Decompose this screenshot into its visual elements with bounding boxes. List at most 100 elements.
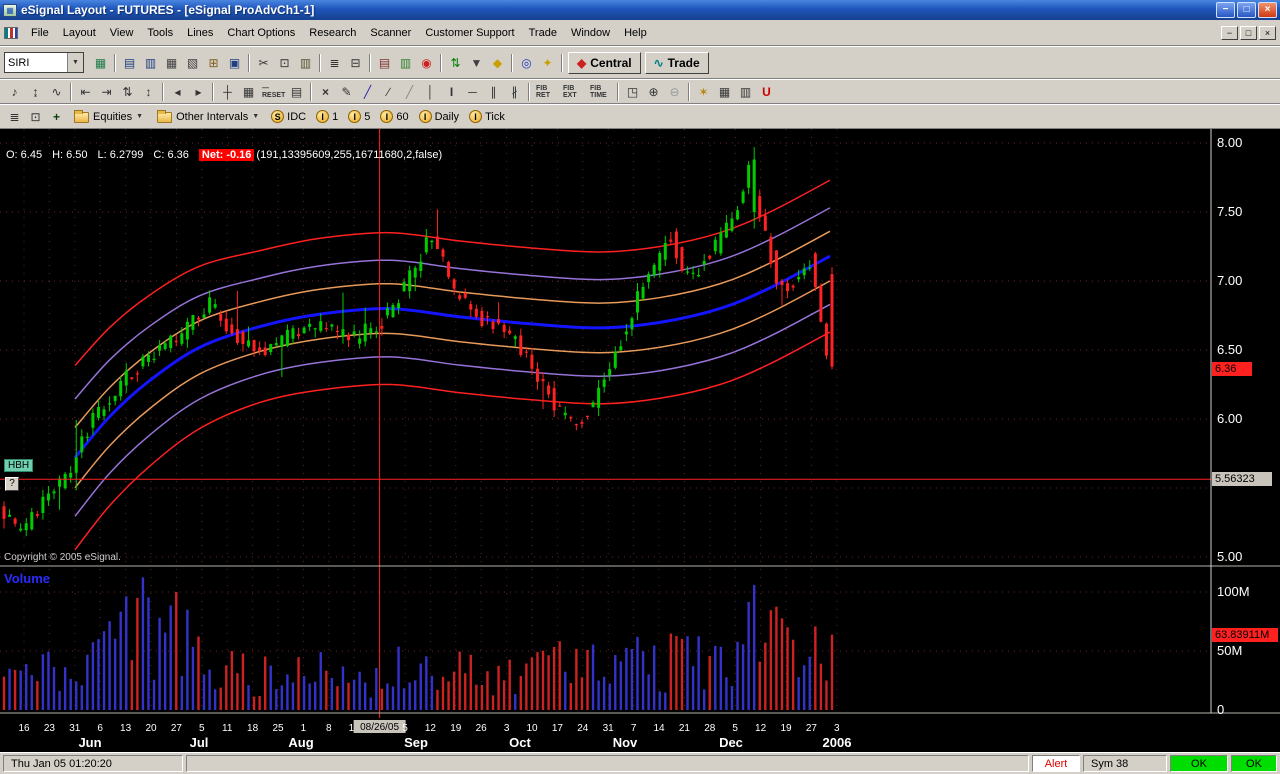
cut-button[interactable]: ✂	[253, 53, 274, 73]
zoom-in-button[interactable]: ⊕	[643, 82, 664, 102]
news-button[interactable]: ▥	[395, 53, 416, 73]
copy-button[interactable]: ⊡	[274, 53, 295, 73]
add-page-button[interactable]: +	[46, 107, 67, 127]
save-layout-button[interactable]: ▣	[224, 53, 245, 73]
print-page-button[interactable]: ≣	[4, 107, 25, 127]
regression-line-tool-button[interactable]: ∦	[504, 82, 525, 102]
reset-chart-button[interactable]: —RESET	[259, 82, 286, 102]
menu-item-trade[interactable]: Trade	[522, 23, 564, 43]
notes-button[interactable]: ▥	[735, 82, 756, 102]
fib-extension-button[interactable]: FIBEXT	[560, 82, 587, 102]
trendline-tool-button[interactable]: ╱	[357, 82, 378, 102]
link-windows-button[interactable]: ◳	[622, 82, 643, 102]
interval-60-button[interactable]: I60	[380, 110, 408, 123]
svg-text:5: 5	[199, 723, 205, 734]
grid-toggle-button[interactable]: ▦	[238, 82, 259, 102]
central-button[interactable]: ◆Central	[568, 52, 641, 74]
menu-item-tools[interactable]: Tools	[140, 23, 180, 43]
price-chart-canvas[interactable]: 8.007.507.006.506.005.00100M50M016233161…	[0, 129, 1280, 752]
parallel-line-tool-button[interactable]: ∥	[483, 82, 504, 102]
svg-text:5: 5	[732, 723, 738, 734]
security-key-icon: ✶	[698, 86, 708, 98]
compress-bars-button[interactable]: ⇅	[117, 82, 138, 102]
trade-button[interactable]: ∿Trade	[645, 52, 709, 74]
print-preview-button[interactable]: ⊟	[345, 53, 366, 73]
interval-1-button[interactable]: I1	[316, 110, 338, 123]
minimize-button[interactable]: −	[1216, 2, 1235, 18]
open-layout-button[interactable]: ⊞	[203, 53, 224, 73]
extended-line-tool-button[interactable]: ∕	[378, 82, 399, 102]
chart-region[interactable]: 8.007.507.006.506.005.00100M50M016233161…	[0, 129, 1280, 752]
menu-item-help[interactable]: Help	[617, 23, 654, 43]
menu-item-view[interactable]: View	[103, 23, 141, 43]
other-intervals-dropdown[interactable]: Other Intervals▼	[157, 110, 259, 123]
ray-line-tool-button[interactable]: ╱	[399, 82, 420, 102]
tile-pages-button[interactable]: ▦	[714, 82, 735, 102]
menu-item-chart-options[interactable]: Chart Options	[220, 23, 302, 43]
status-ok-indicator-2: OK	[1231, 755, 1277, 772]
interval-tick-button[interactable]: ITick	[469, 110, 505, 123]
notify-bell-button[interactable]: ◆	[487, 53, 508, 73]
status-alert-button[interactable]: Alert	[1032, 755, 1080, 772]
help-button[interactable]: ?	[5, 477, 19, 491]
security-key-button[interactable]: ✶	[693, 82, 714, 102]
apply-symbol-button[interactable]: ▦	[90, 53, 111, 73]
page-back-button[interactable]: ◂	[167, 82, 188, 102]
menu-item-window[interactable]: Window	[564, 23, 617, 43]
fib-retracement-button[interactable]: FIBRET	[533, 82, 560, 102]
new-quote-button[interactable]: ▥	[140, 53, 161, 73]
new-optionchain-button[interactable]: ▦	[161, 53, 182, 73]
maximize-button[interactable]: □	[1237, 2, 1256, 18]
alert-list-button[interactable]: ◉	[416, 53, 437, 73]
audible-alert-button[interactable]: ♪	[4, 82, 25, 102]
expand-bars-button[interactable]: ↕	[138, 82, 159, 102]
mdi-restore-button[interactable]: □	[1240, 26, 1257, 40]
close-button[interactable]: ×	[1258, 2, 1277, 18]
copy-page-button[interactable]: ⊡	[25, 107, 46, 127]
pencil-tool-button[interactable]: ✎	[336, 82, 357, 102]
fib-time-button[interactable]: FIBTIME	[587, 82, 614, 102]
cursor-tool-button[interactable]: ↨	[25, 82, 46, 102]
menu-item-file[interactable]: File	[24, 23, 56, 43]
menu-item-research[interactable]: Research	[302, 23, 363, 43]
alert-list-icon: ◉	[421, 57, 431, 69]
symbol-search-button[interactable]: ◎	[516, 53, 537, 73]
source-idc-button[interactable]: SIDC	[271, 110, 306, 123]
symbol-input[interactable]	[5, 53, 67, 72]
bar-spacing-dec-button[interactable]: ⇤	[75, 82, 96, 102]
print-page-icon: ≣	[9, 111, 19, 123]
page-forward-button[interactable]: ▸	[188, 82, 209, 102]
u-button[interactable]: U	[756, 82, 777, 102]
menu-item-scanner[interactable]: Scanner	[363, 23, 418, 43]
time-sales-button[interactable]: ▤	[374, 53, 395, 73]
mdi-minimize-button[interactable]: −	[1221, 26, 1238, 40]
bar-spacing-inc-button[interactable]: ⇥	[96, 82, 117, 102]
interval-5-button[interactable]: I5	[348, 110, 370, 123]
menu-item-lines[interactable]: Lines	[180, 23, 220, 43]
new-chart-button[interactable]: ▤	[119, 53, 140, 73]
text-tool-button[interactable]: I	[441, 82, 462, 102]
advance-decline-button[interactable]: ⇅	[445, 53, 466, 73]
new-marketdepth-button[interactable]: ▧	[182, 53, 203, 73]
sort-button[interactable]: ▼	[466, 53, 487, 73]
equities-dropdown[interactable]: Equities▼	[74, 110, 143, 123]
delete-draw-button[interactable]: ×	[315, 82, 336, 102]
svg-text:31: 31	[69, 723, 81, 734]
vertical-line-tool-button[interactable]: │	[420, 82, 441, 102]
paste-button[interactable]: ▥	[295, 53, 316, 73]
toolbar-separator	[162, 83, 164, 101]
menu-item-customer-support[interactable]: Customer Support	[418, 23, 521, 43]
page-setup-button[interactable]: ▤	[286, 82, 307, 102]
zoom-out-button[interactable]: ⊖	[664, 82, 685, 102]
symbol-dropdown-arrow-icon[interactable]: ▼	[67, 53, 83, 72]
mdi-close-button[interactable]: ×	[1259, 26, 1276, 40]
interval-daily-button[interactable]: IDaily	[419, 110, 459, 123]
menu-item-layout[interactable]: Layout	[56, 23, 103, 43]
symbol-combobox[interactable]: ▼	[4, 52, 84, 73]
svg-text:23: 23	[44, 723, 56, 734]
crosshair-button[interactable]: ┼	[217, 82, 238, 102]
print-button[interactable]: ≣	[324, 53, 345, 73]
hot-function-button[interactable]: ✦	[537, 53, 558, 73]
horizontal-line-tool-button[interactable]: ─	[462, 82, 483, 102]
freehand-tool-button[interactable]: ∿	[46, 82, 67, 102]
